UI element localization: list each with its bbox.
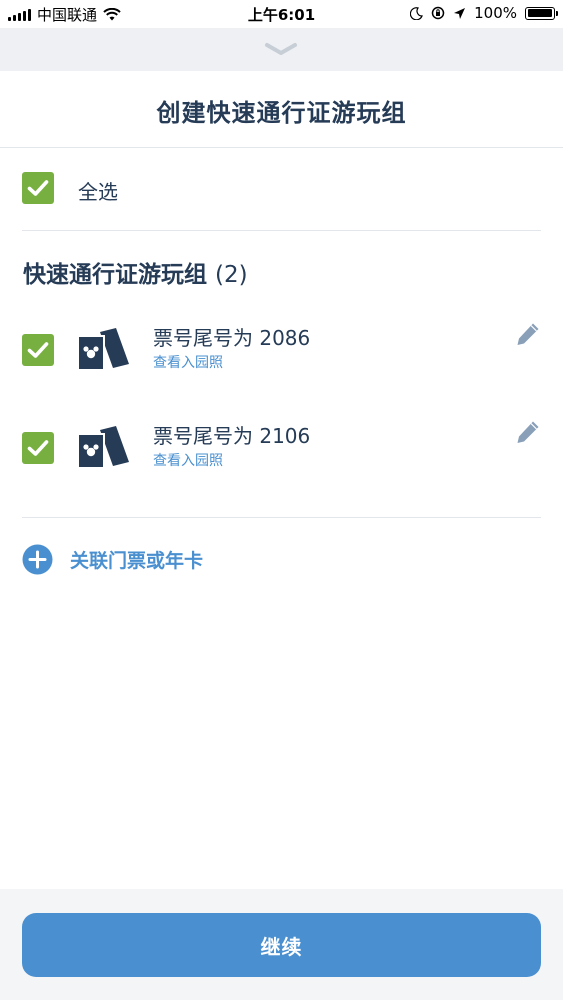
- pencil-icon[interactable]: [516, 322, 540, 346]
- page-title: 创建快速通行证游玩组: [156, 99, 407, 127]
- header: 创建快速通行证游玩组: [0, 71, 563, 148]
- sheet-handle[interactable]: [0, 28, 563, 71]
- ticket-icon: [77, 328, 129, 371]
- ticket-title: 票号尾号为 2106: [153, 424, 311, 448]
- chevron-down-icon[interactable]: [264, 42, 298, 56]
- footer: 继续: [0, 889, 563, 1000]
- view-park-photo-link[interactable]: 查看入园照: [153, 450, 223, 470]
- section-title: 快速通行证游玩组 (2): [23, 255, 248, 289]
- checkmark-icon: [27, 342, 49, 358]
- location-icon: [454, 7, 466, 19]
- checkmark-icon: [27, 180, 49, 196]
- link-ticket-label[interactable]: 关联门票或年卡: [70, 546, 203, 573]
- rotation-lock-icon: [431, 6, 445, 20]
- divider: [22, 517, 541, 518]
- battery-icon: [525, 6, 558, 20]
- status-right: 100%: [410, 4, 558, 22]
- continue-button[interactable]: 继续: [22, 913, 541, 977]
- select-all-label: 全选: [78, 180, 118, 204]
- ticket-checkbox[interactable]: [22, 432, 54, 464]
- moon-icon: [410, 6, 423, 20]
- pencil-icon[interactable]: [516, 420, 540, 444]
- ticket-checkbox[interactable]: [22, 334, 54, 366]
- view-park-photo-link[interactable]: 查看入园照: [153, 352, 223, 372]
- select-all-row[interactable]: 全选: [0, 148, 563, 230]
- select-all-checkbox[interactable]: [22, 172, 54, 204]
- battery-fill: [527, 9, 552, 17]
- divider: [22, 230, 541, 231]
- plus-circle-icon[interactable]: [22, 544, 53, 575]
- ticket-row[interactable]: 票号尾号为 2086 查看入园照: [0, 322, 563, 420]
- group-title: 快速通行证游玩组: [23, 262, 207, 288]
- link-ticket-button[interactable]: 关联门票或年卡: [22, 540, 322, 580]
- battery-percent: 100%: [474, 4, 517, 22]
- ticket-title: 票号尾号为 2086: [153, 326, 311, 350]
- status-bar: 中国联通 上午6:01 100%: [0, 0, 563, 28]
- group-count: (2): [215, 262, 248, 288]
- ticket-row[interactable]: 票号尾号为 2106 查看入园照: [0, 420, 563, 518]
- checkmark-icon: [27, 440, 49, 456]
- ticket-icon: [77, 426, 129, 469]
